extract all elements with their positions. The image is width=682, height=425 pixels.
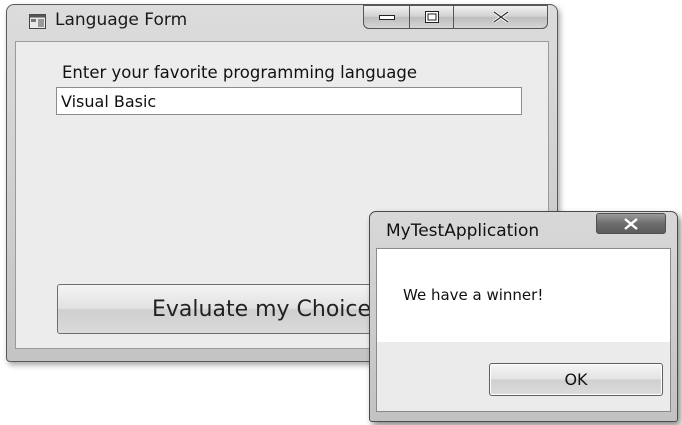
- message-box-dialog: MyTestApplication We have a winner! OK: [369, 211, 678, 422]
- message-box-footer: OK: [376, 342, 671, 412]
- language-input[interactable]: [56, 87, 522, 115]
- message-box-title: MyTestApplication: [386, 221, 540, 241]
- message-text: We have a winner!: [403, 286, 544, 304]
- language-form-titlebar[interactable]: Language Form: [7, 5, 557, 39]
- caption-buttons: [363, 5, 550, 32]
- form-window-icon: [29, 14, 46, 29]
- prompt-label: Enter your favorite programming language: [62, 63, 417, 82]
- minimize-button[interactable]: [363, 5, 410, 29]
- maximize-button[interactable]: [410, 5, 454, 29]
- close-button[interactable]: [454, 5, 548, 29]
- message-box-close-button[interactable]: [596, 213, 666, 234]
- message-box-body: We have a winner!: [376, 248, 671, 342]
- window-title: Language Form: [55, 10, 188, 30]
- ok-button[interactable]: OK: [489, 363, 663, 396]
